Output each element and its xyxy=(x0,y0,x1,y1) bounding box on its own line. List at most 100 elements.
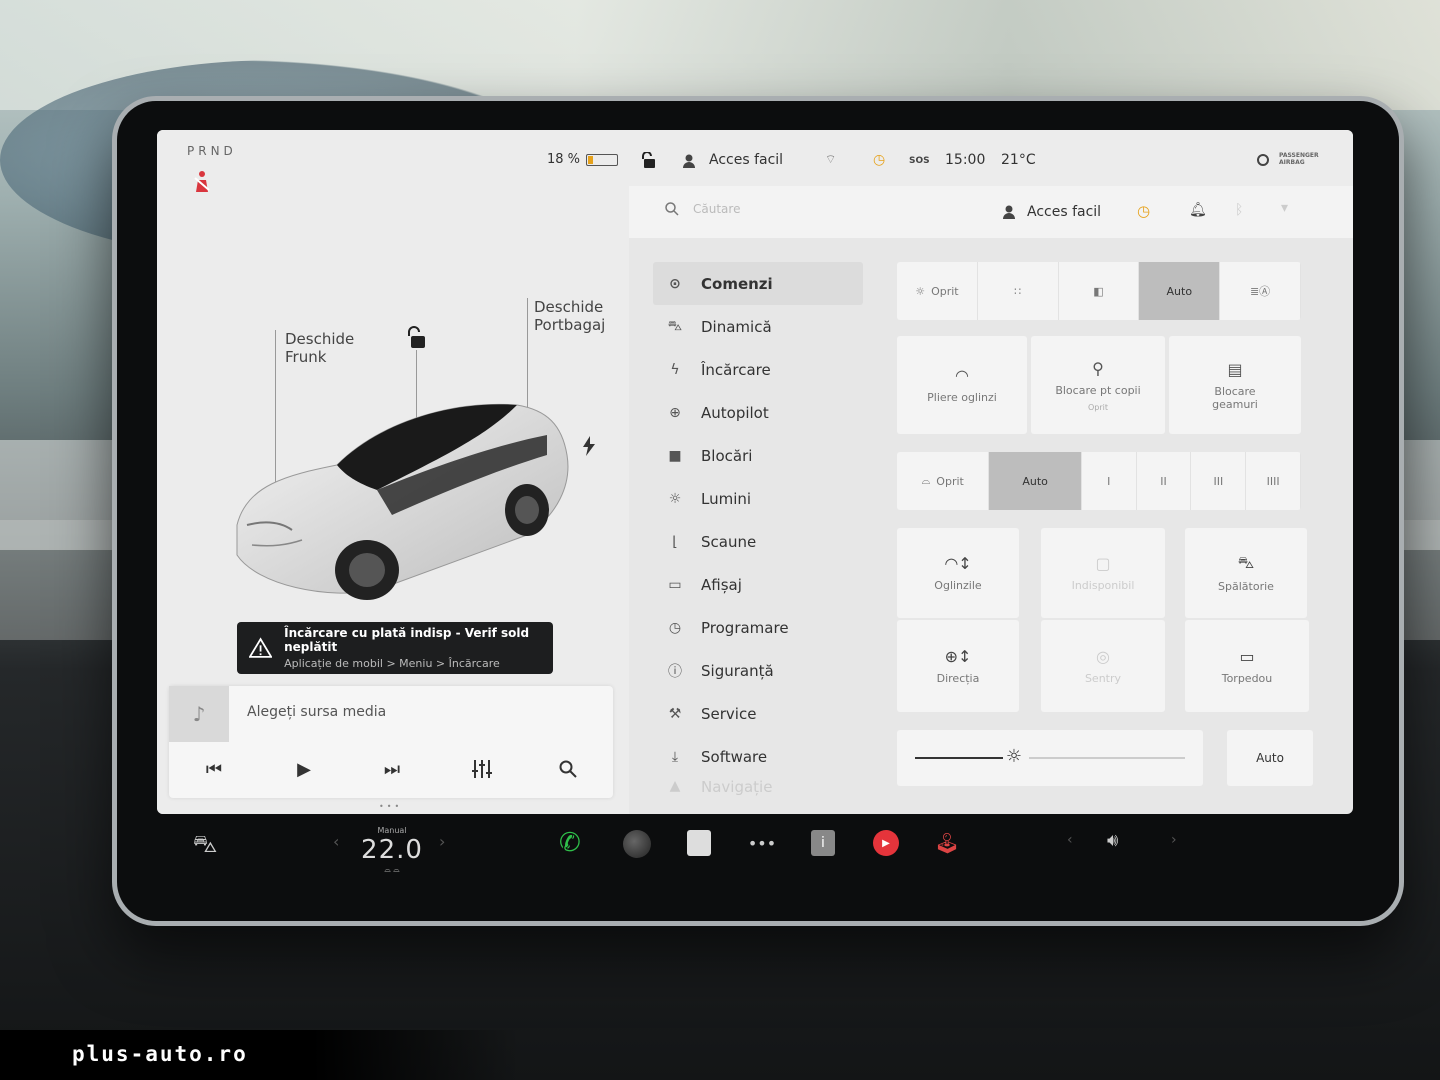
more-apps-icon[interactable]: ••• xyxy=(748,832,776,854)
volume-up-icon[interactable]: › xyxy=(1171,832,1177,848)
notification-bell-icon[interactable]: 🔔︎ xyxy=(1189,202,1207,218)
music-app-icon[interactable]: ▶ xyxy=(873,830,899,856)
menu-item-incarcare[interactable]: ϟ Încărcare xyxy=(653,348,863,391)
wipers-speed-1[interactable]: I xyxy=(1082,452,1137,510)
child-lock-button[interactable]: ⚲ Blocare pt copii Oprit xyxy=(1031,336,1165,434)
menu-item-blocari[interactable]: ■ Blocări xyxy=(653,434,863,477)
parking-lights-option[interactable]: ∷ xyxy=(978,262,1059,320)
lights-auto-option[interactable]: Auto xyxy=(1139,262,1221,320)
sentry-button[interactable]: ◎ Sentry xyxy=(1041,620,1165,712)
menu-label: Autopilot xyxy=(701,403,769,422)
temp-up-icon[interactable]: › xyxy=(439,832,445,851)
seat-icon: ⌊ xyxy=(672,533,678,550)
glovebox-icon: ▭ xyxy=(1239,647,1255,666)
mirror-icon: ◠ xyxy=(955,366,969,385)
charging-alert[interactable]: Încărcare cu plată indisp - Verif sold n… xyxy=(237,622,553,674)
brightness-track xyxy=(1028,757,1185,759)
menu-item-afisaj[interactable]: ▭ Afișaj xyxy=(653,563,863,606)
menu-item-autopilot[interactable]: ⊕ Autopilot xyxy=(653,391,863,434)
car-model-image xyxy=(236,403,569,600)
search-icon[interactable] xyxy=(665,202,679,216)
lock-status-icon[interactable] xyxy=(641,152,655,168)
fold-mirrors-button[interactable]: ◠ Pliere oglinzi xyxy=(897,336,1027,434)
steering-adjust-button[interactable]: ⊕↕ Direcția xyxy=(897,620,1019,712)
menu-item-comenzi[interactable]: ⊙ Comenzi xyxy=(653,262,863,305)
profile-name[interactable]: Acces facil xyxy=(709,152,783,168)
gear-indicator: PRND xyxy=(187,144,237,158)
manual-icon[interactable]: i xyxy=(811,830,835,856)
search-profile-name[interactable]: Acces facil xyxy=(1027,204,1101,220)
window-lock-label: Blocare geamuri xyxy=(1212,384,1258,411)
camera-app-icon[interactable] xyxy=(623,830,651,858)
media-source-selector[interactable]: Alegeți sursa media xyxy=(247,704,386,720)
media-player: ♪ Alegeți sursa media ⏮ ▶ ⏭ xyxy=(169,686,613,798)
lights-off-option[interactable]: ☼ Oprit xyxy=(897,262,978,320)
wipers-speed-2[interactable]: II xyxy=(1137,452,1192,510)
mirror-adjust-icon: ◠↕ xyxy=(944,554,972,573)
bolt-icon: ϟ xyxy=(670,361,680,378)
play-icon[interactable]: ▶ xyxy=(289,754,319,784)
search-input[interactable]: Căutare xyxy=(693,202,740,216)
page-dots: ••• xyxy=(379,802,403,811)
alarm-clock-icon[interactable]: ◷ xyxy=(873,152,885,168)
airbag-icon xyxy=(1257,154,1269,166)
window-lock-button[interactable]: ▤ Blocare geamuri xyxy=(1169,336,1301,434)
low-beam-option[interactable]: ◧ xyxy=(1059,262,1140,320)
menu-label: Scaune xyxy=(701,532,757,551)
defrost-icon: ⌓ ⌓ xyxy=(384,865,400,874)
brightness-fill xyxy=(915,757,1003,759)
menu-label: Blocări xyxy=(701,446,753,465)
light-sun-icon: ☼ xyxy=(915,284,926,298)
menu-item-dinamica[interactable]: ⛍ Dinamică xyxy=(653,305,863,348)
menu-label: Programare xyxy=(701,618,789,637)
menu-item-programare[interactable]: ◷ Programare xyxy=(653,606,863,649)
brightness-auto-button[interactable]: Auto xyxy=(1227,730,1313,786)
scheduled-departure-icon[interactable]: ◷ xyxy=(1137,202,1150,220)
window-lock-icon: ▤ xyxy=(1227,359,1243,379)
open-trunk-button[interactable]: Deschide Portbagaj xyxy=(534,298,605,334)
sentry-label: Sentry xyxy=(1084,672,1122,685)
low-beam-icon: ◧ xyxy=(1093,284,1104,298)
car-icon[interactable]: ⛍ xyxy=(185,830,225,860)
wipers-auto-option[interactable]: Auto xyxy=(989,452,1082,510)
menu-label: Navigație xyxy=(701,778,773,796)
battery-icon xyxy=(586,153,619,166)
wipers-speed-4[interactable]: IIII xyxy=(1246,452,1301,510)
bottom-dock: ⛍ ‹ Manual 22.0 ⌓ ⌓ › ✆ ••• i ▶ 🕹︎ ‹ 🔊︎ … xyxy=(157,814,1353,878)
menu-item-software[interactable]: ⤓ Software xyxy=(653,735,863,778)
menu-item-service[interactable]: ⚒ Service xyxy=(653,692,863,735)
wipers-speed-3[interactable]: III xyxy=(1191,452,1247,510)
wipers-off-option[interactable]: ⌓ Oprit xyxy=(897,452,990,510)
media-search-icon[interactable] xyxy=(553,754,583,784)
brightness-slider[interactable]: ☼ xyxy=(897,730,1203,786)
auto-high-beam-option[interactable]: ≣Ⓐ xyxy=(1220,262,1301,320)
previous-track-icon[interactable]: ⏮ xyxy=(199,754,229,784)
menu-item-scaune[interactable]: ⌊ Scaune xyxy=(653,520,863,563)
menu-item-lumini[interactable]: ☼ Lumini xyxy=(653,477,863,520)
menu-label: Service xyxy=(701,704,757,723)
bluetooth-icon[interactable]: ᛒ xyxy=(1235,202,1243,218)
equalizer-icon[interactable] xyxy=(467,754,497,784)
volume-icon[interactable]: 🔊︎ xyxy=(1107,830,1118,851)
unlock-icon[interactable] xyxy=(405,326,427,350)
temp-down-icon[interactable]: ‹ xyxy=(333,832,339,851)
menu-item-siguranta[interactable]: ⓘ Siguranță xyxy=(653,649,863,692)
outside-temperature: 21°C xyxy=(1001,152,1036,168)
cabin-temperature[interactable]: Manual 22.0 ⌓ ⌓ xyxy=(357,826,427,875)
joystick-icon[interactable]: 🕹︎ xyxy=(934,828,959,858)
phone-icon[interactable]: ✆ xyxy=(559,828,581,858)
glovebox-button[interactable]: ▭ Torpedou xyxy=(1185,620,1309,712)
volume-down-icon[interactable]: ‹ xyxy=(1067,832,1073,848)
charge-port-icon[interactable] xyxy=(582,436,596,456)
next-track-icon[interactable]: ⏭ xyxy=(377,754,407,784)
temp-mode-label: Manual xyxy=(377,826,407,835)
temp-value: 22.0 xyxy=(361,835,423,865)
car-wash-button[interactable]: ⛍ Spălătorie xyxy=(1185,528,1307,618)
warning-icon xyxy=(249,637,273,658)
open-frunk-button[interactable]: Deschide Frunk xyxy=(285,330,354,366)
toggle-icon: ⊙ xyxy=(669,275,681,292)
brightness-sun-icon[interactable]: ☼ xyxy=(1006,746,1022,767)
calendar-icon[interactable] xyxy=(687,830,711,856)
mirrors-adjust-button[interactable]: ◠↕ Oglinzile xyxy=(897,528,1019,618)
menu-item-navigatie[interactable]: ▲ Navigație xyxy=(653,778,863,804)
